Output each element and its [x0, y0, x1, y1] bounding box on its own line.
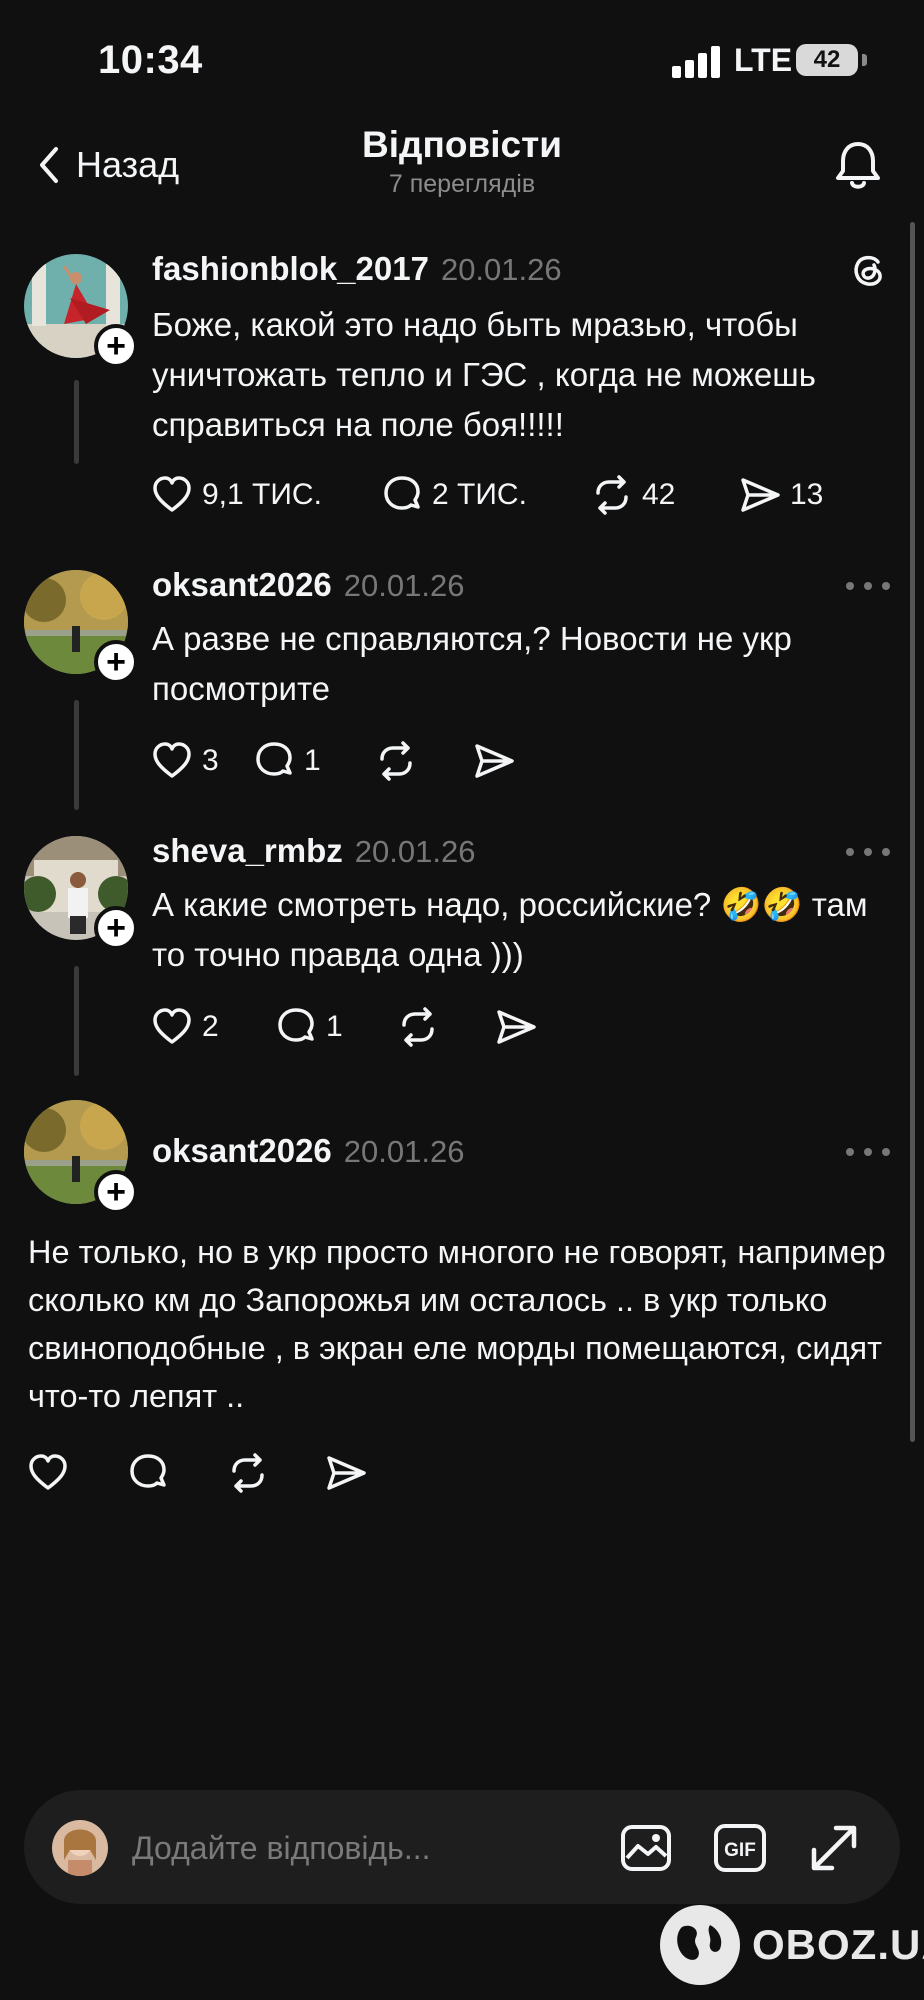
- battery-cap: [862, 54, 867, 66]
- reply-button[interactable]: 2 ТИС.: [380, 473, 590, 517]
- like-button[interactable]: 3: [150, 739, 252, 783]
- post-date: 20.01.26: [440, 252, 562, 287]
- repost-icon: [232, 1453, 264, 1493]
- thread-line: [74, 380, 79, 464]
- heart-icon: [153, 1008, 191, 1044]
- header: Назад Відповісти 7 переглядів: [0, 120, 924, 220]
- replies-count: 1: [304, 744, 321, 777]
- thread-line: [74, 700, 79, 810]
- repost-button[interactable]: [226, 1451, 324, 1495]
- share-button[interactable]: [494, 1005, 546, 1049]
- repost-button[interactable]: [374, 739, 472, 783]
- network-label: LTE: [734, 42, 793, 78]
- replies-count: 2 ТИС.: [432, 478, 527, 511]
- watermark-text: OBOZ.UA: [752, 1921, 924, 1968]
- more-icon[interactable]: [846, 576, 890, 596]
- heart-icon: [29, 1454, 67, 1490]
- username[interactable]: oksant2026: [152, 566, 332, 604]
- share-button[interactable]: [324, 1451, 376, 1495]
- reply-button[interactable]: 1: [274, 1005, 396, 1049]
- post-date: 20.01.26: [343, 568, 465, 603]
- likes-count: 9,1 ТИС.: [202, 478, 322, 511]
- post-actions: [26, 1448, 376, 1498]
- heart-icon: [153, 476, 191, 512]
- post-meta: fashionblok_2017 20.01.26: [152, 250, 562, 288]
- replies-count: 1: [326, 1010, 343, 1043]
- follow-plus-icon[interactable]: +: [94, 906, 138, 950]
- globe-logo-icon: [660, 1905, 740, 1985]
- post-meta: oksant2026 20.01.26: [152, 1132, 464, 1170]
- repost-icon: [380, 741, 412, 781]
- post-meta: oksant2026 20.01.26: [152, 566, 464, 604]
- comment-icon: [130, 1454, 166, 1488]
- status-bar: 10:34 LTE 42: [0, 0, 924, 120]
- likes-count: 3: [202, 744, 219, 777]
- shares-count: 13: [790, 478, 824, 511]
- more-icon[interactable]: [846, 1142, 890, 1162]
- reposts-count: 42: [642, 478, 676, 511]
- back-button[interactable]: Назад: [36, 140, 179, 190]
- post-text: А разве не справляются,? Новости не укр …: [152, 620, 792, 707]
- username[interactable]: fashionblok_2017: [152, 250, 429, 288]
- repost-icon: [596, 475, 628, 515]
- repost-icon: [402, 1007, 434, 1047]
- reply-button[interactable]: 1: [252, 739, 374, 783]
- avatar-oksant[interactable]: +: [24, 570, 138, 684]
- comment-icon: [256, 742, 292, 776]
- signal-icon: [672, 44, 724, 78]
- comment-icon: [384, 476, 420, 510]
- avatar-fashionblok[interactable]: +: [24, 254, 138, 368]
- post-actions: 3 1: [150, 736, 524, 786]
- follow-plus-icon[interactable]: +: [94, 324, 138, 368]
- post-date: 20.01.26: [354, 834, 476, 869]
- post-date: 20.01.26: [343, 1134, 465, 1169]
- watermark: OBOZ.UA: [660, 1905, 924, 1985]
- gif-icon[interactable]: GIF: [712, 1820, 768, 1876]
- username[interactable]: oksant2026: [152, 1132, 332, 1170]
- reply-bar: GIF: [24, 1790, 900, 1904]
- back-label: Назад: [76, 144, 180, 185]
- svg-text:GIF: GIF: [724, 1840, 756, 1861]
- status-time: 10:34: [98, 38, 203, 82]
- bell-icon[interactable]: [830, 138, 886, 194]
- comment-icon: [278, 1008, 314, 1042]
- like-button[interactable]: [26, 1451, 126, 1495]
- post-text: А какие смотреть надо, российские? 🤣🤣 та…: [152, 886, 868, 973]
- send-icon: [741, 478, 780, 512]
- send-icon: [497, 1010, 536, 1044]
- share-button[interactable]: [472, 739, 524, 783]
- scrollbar[interactable]: [910, 222, 915, 1442]
- thread-line: [74, 966, 79, 1076]
- heart-icon: [153, 742, 191, 778]
- repost-button[interactable]: 42: [590, 473, 738, 517]
- share-button[interactable]: 13: [738, 473, 823, 517]
- image-icon[interactable]: [618, 1820, 674, 1876]
- expand-icon[interactable]: [806, 1820, 862, 1876]
- username[interactable]: sheva_rmbz: [152, 832, 343, 870]
- post-actions: 2 1: [150, 1002, 546, 1052]
- reply-input[interactable]: [132, 1824, 532, 1872]
- follow-plus-icon[interactable]: +: [94, 640, 138, 684]
- current-user-avatar: [52, 1820, 108, 1876]
- send-icon: [475, 744, 514, 778]
- post-meta: sheva_rmbz 20.01.26: [152, 832, 475, 870]
- threads-icon[interactable]: [848, 250, 888, 290]
- more-icon[interactable]: [846, 842, 890, 862]
- like-button[interactable]: 2: [150, 1005, 274, 1049]
- battery-icon: 42: [796, 44, 858, 76]
- likes-count: 2: [202, 1010, 219, 1043]
- post-text: Боже, какой это надо быть мразью, чтобы …: [152, 306, 816, 443]
- post-actions: 9,1 ТИС. 2 ТИС. 42 13: [150, 470, 823, 520]
- avatar-sheva[interactable]: +: [24, 836, 138, 950]
- chevron-left-icon: [40, 147, 58, 183]
- avatar-oksant-focused[interactable]: +: [24, 1100, 138, 1214]
- follow-plus-icon[interactable]: +: [94, 1170, 138, 1214]
- like-button[interactable]: 9,1 ТИС.: [150, 473, 380, 517]
- post-text: Не только, но в укр просто многого не го…: [28, 1234, 886, 1414]
- reply-button[interactable]: [126, 1451, 226, 1495]
- repost-button[interactable]: [396, 1005, 494, 1049]
- send-icon: [327, 1456, 366, 1490]
